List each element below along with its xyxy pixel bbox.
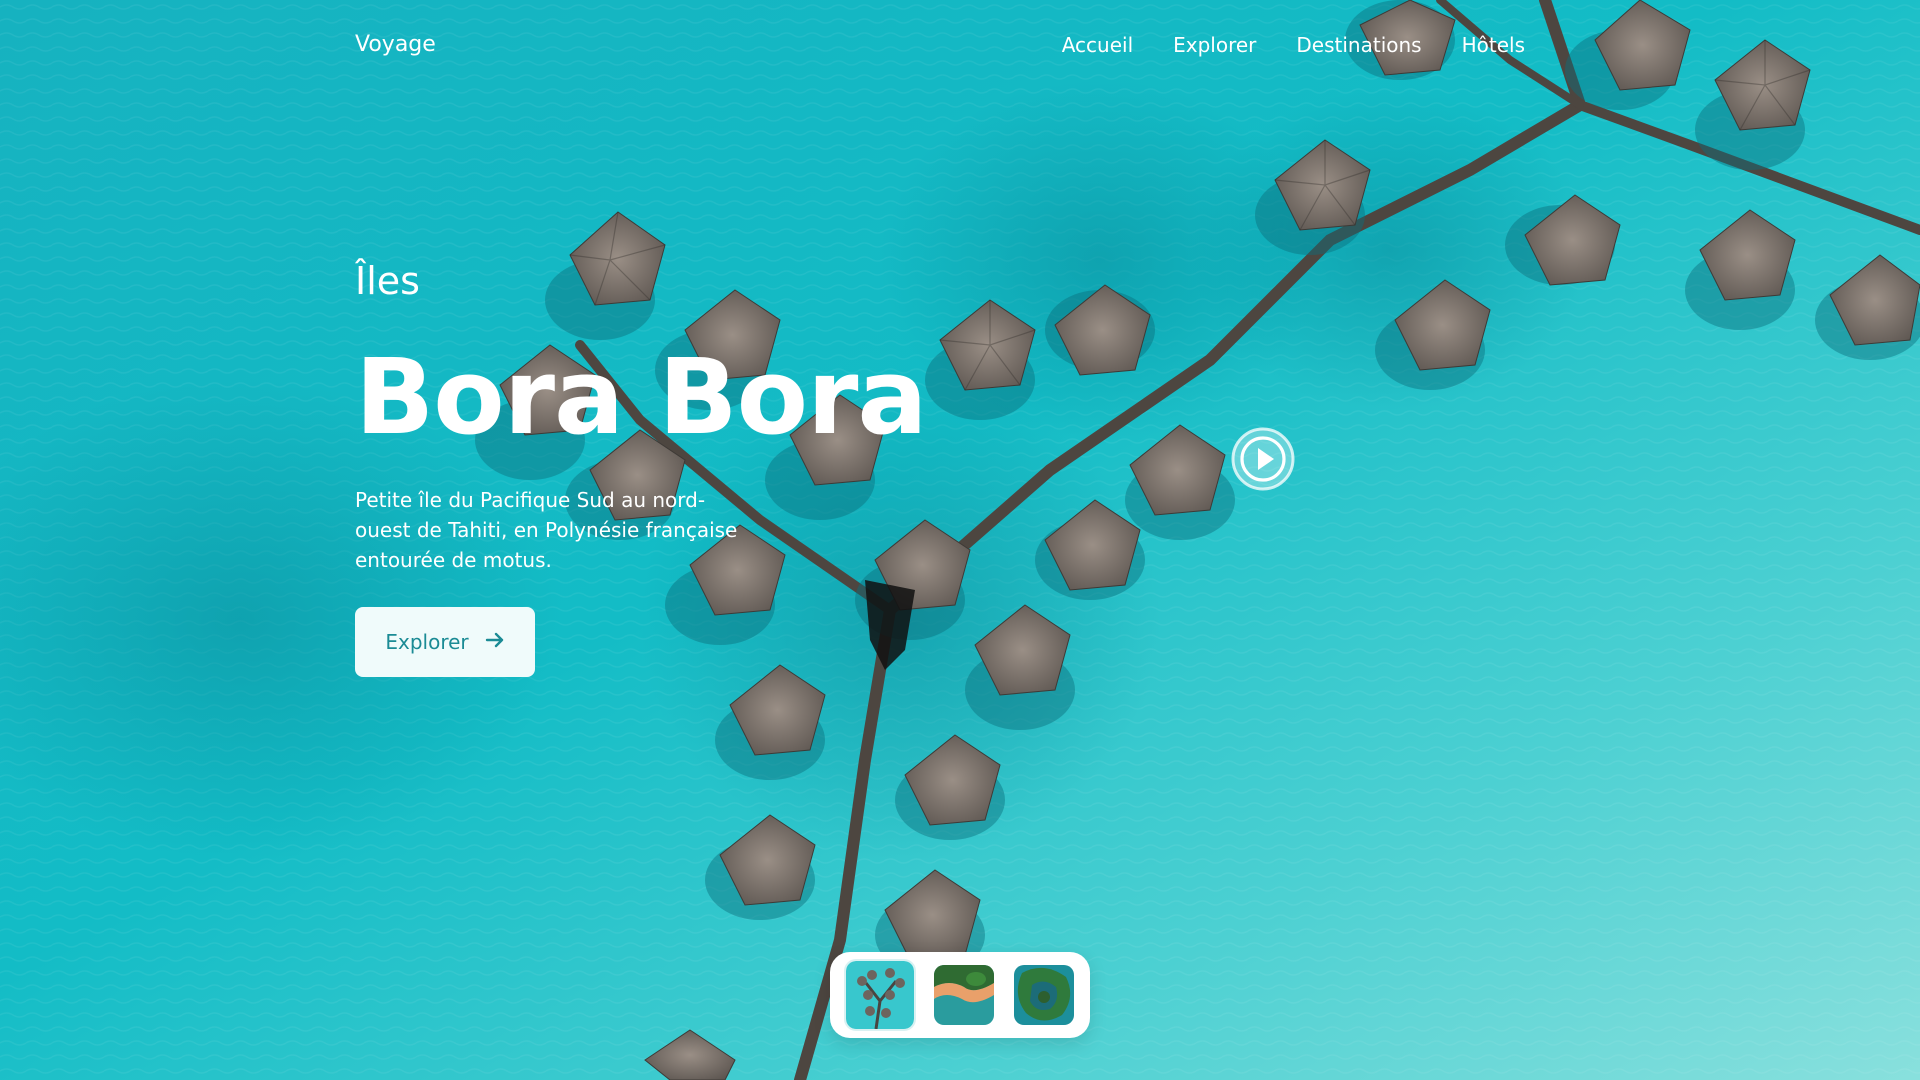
play-icon — [1231, 427, 1295, 491]
island-aerial-thumbnail[interactable] — [1014, 965, 1074, 1025]
destination-thumbnails — [830, 952, 1090, 1038]
nav-item-accueil[interactable]: Accueil — [1062, 30, 1133, 60]
overwater-bungalows-thumbnail[interactable] — [844, 959, 916, 1031]
hero-subtitle: Îles — [355, 259, 420, 303]
main-nav: Accueil Explorer Destinations Hôtels — [1062, 30, 1525, 60]
arrow-right-icon — [485, 630, 505, 654]
top-navigation: Voyage Accueil Explorer Destinations Hôt… — [355, 30, 1525, 60]
hero-description: Petite île du Pacifique Sud au nord-oues… — [355, 488, 738, 572]
nav-item-hotels[interactable]: Hôtels — [1462, 30, 1525, 60]
landing-page: Voyage Accueil Explorer Destinations Hôt… — [0, 0, 1920, 1080]
hero-title: Bora Bora — [355, 336, 928, 458]
brand-logo[interactable]: Voyage — [355, 30, 436, 60]
nav-item-explorer[interactable]: Explorer — [1173, 30, 1256, 60]
play-video-button[interactable] — [1230, 426, 1296, 492]
hero-section: Îles Bora Bora Petite île du Pacifique S… — [355, 255, 1055, 575]
island-beach-thumbnail[interactable] — [934, 965, 994, 1025]
explore-button[interactable]: Explorer — [355, 607, 535, 677]
nav-item-destinations[interactable]: Destinations — [1296, 30, 1421, 60]
explore-button-label: Explorer — [385, 630, 469, 654]
